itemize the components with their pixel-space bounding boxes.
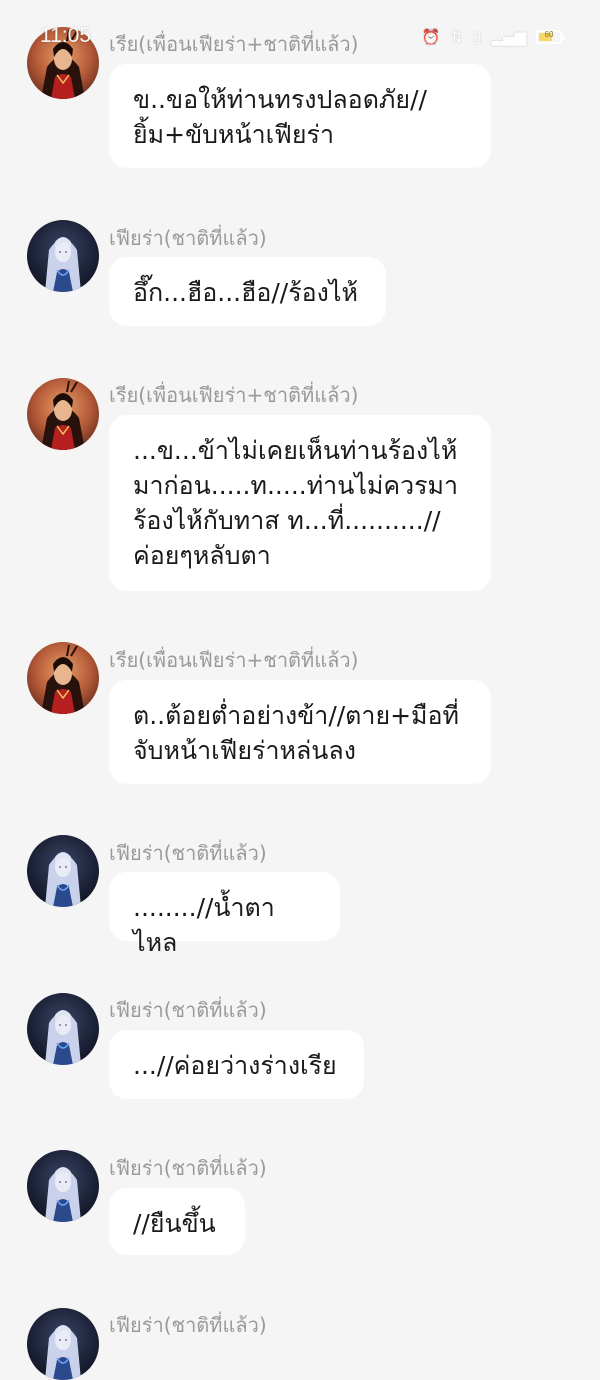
sender-name: เรีย(เพื่อนเฟียร่า+ชาติที่แล้ว) — [109, 32, 359, 56]
fiara-avatar[interactable] — [27, 835, 99, 907]
ria-avatar[interactable] — [27, 642, 99, 714]
signal-icon: ▂▄▆ — [491, 28, 526, 46]
sender-name: เรีย(เพื่อนเฟียร่า+ชาติที่แล้ว) — [109, 383, 359, 407]
sender-name: เฟียร่า(ชาติที่แล้ว) — [109, 998, 267, 1022]
battery-fill — [539, 33, 553, 41]
data-arrows-icon: ⇅ — [450, 28, 464, 46]
fiara-avatar[interactable] — [27, 220, 99, 292]
battery-level: 60 — [544, 30, 554, 39]
message-bubble[interactable]: //ยืนขึ้น — [109, 1188, 245, 1255]
message-bubble[interactable]: ต..ต้อยต่ำอย่างข้า//ตาย+มือที่ จับหน้าเฟ… — [109, 680, 491, 784]
fiara-avatar[interactable] — [27, 1308, 99, 1380]
sender-name: เฟียร่า(ชาติที่แล้ว) — [109, 1156, 267, 1180]
fiara-avatar[interactable] — [27, 1150, 99, 1222]
status-icons: ⏰ ⇅ ▯ ▂▄▆ 60 — [421, 28, 565, 46]
message-bubble[interactable]: ........//น้ำตาไหล — [109, 872, 340, 957]
sim-icon: ▯ — [473, 28, 482, 46]
sender-name: เฟียร่า(ชาติที่แล้ว) — [109, 841, 267, 865]
sender-name: เฟียร่า(ชาติที่แล้ว) — [109, 1313, 267, 1337]
fiara-avatar[interactable] — [27, 993, 99, 1065]
ria-avatar[interactable] — [27, 378, 99, 450]
message-bubble[interactable]: ข..ขอให้ท่านทรงปลอดภัย// ยิ้ม+ขับหน้าเฟี… — [109, 64, 491, 168]
battery-icon: 60 — [536, 30, 565, 44]
message-bubble[interactable]: อึ๊ก...ฮือ...ฮือ//ร้องไห้ — [109, 257, 386, 326]
alarm-icon: ⏰ — [421, 28, 441, 46]
sender-name: เฟียร่า(ชาติที่แล้ว) — [109, 226, 267, 250]
sender-name: เรีย(เพื่อนเฟียร่า+ชาติที่แล้ว) — [109, 648, 359, 672]
message-bubble[interactable]: ...ข...ข้าไม่เคยเห็นท่านร้องไห้ มาก่อน..… — [109, 415, 491, 591]
ria-avatar[interactable] — [27, 27, 99, 99]
message-bubble[interactable]: ...//ค่อยว่างร่างเรีย — [109, 1030, 364, 1099]
